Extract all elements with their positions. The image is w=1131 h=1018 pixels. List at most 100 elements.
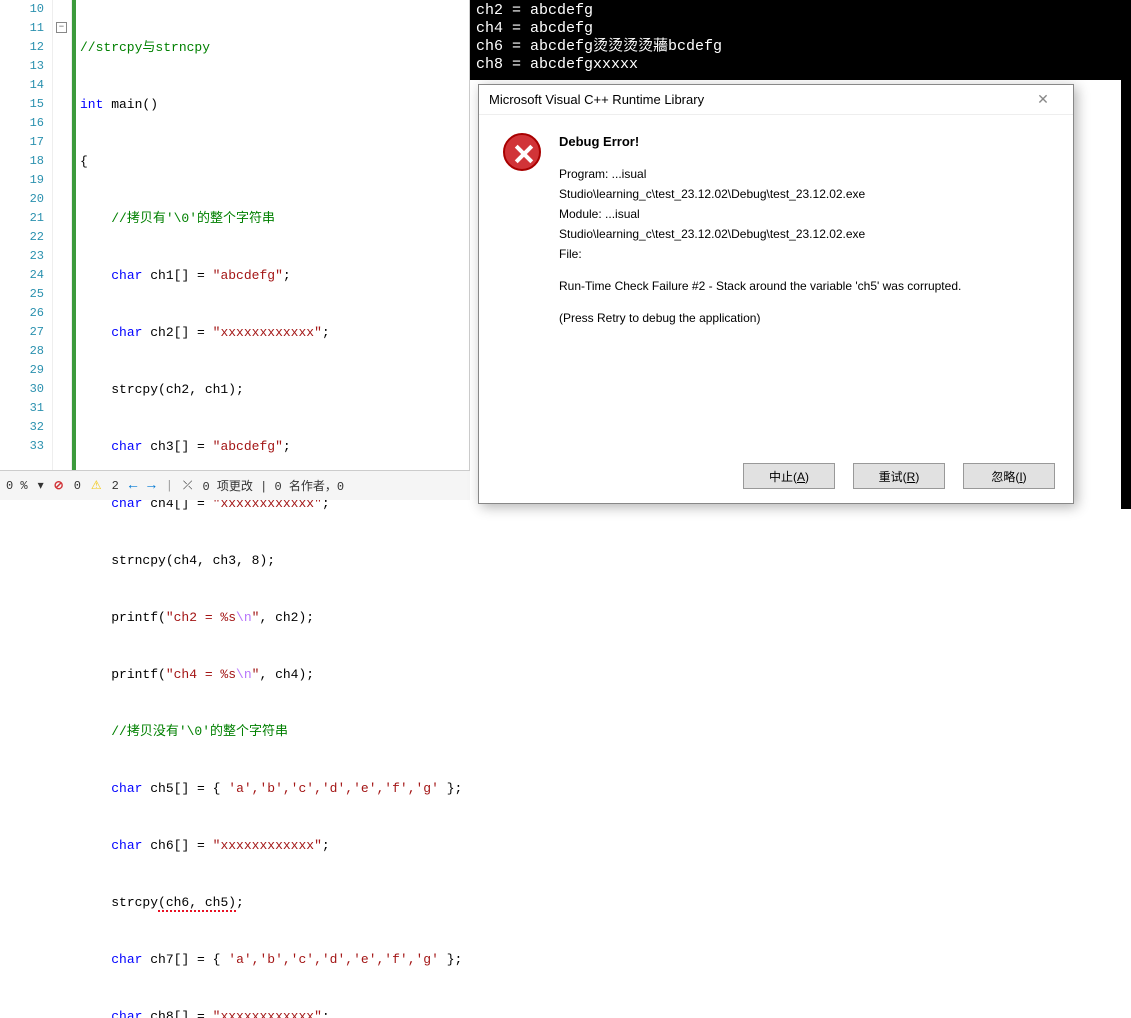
- code-text: , ch4);: [259, 667, 314, 682]
- dialog-title: Microsoft Visual C++ Runtime Library: [489, 92, 1023, 107]
- identifier: main(): [103, 97, 158, 112]
- code-text: ;: [322, 325, 330, 340]
- brace: {: [80, 154, 88, 169]
- code-text: ;: [283, 268, 291, 283]
- console-line: ch4 = abcdefg: [476, 20, 593, 37]
- line-number: 20: [0, 190, 44, 209]
- string-literal: "xxxxxxxxxxxx": [213, 325, 322, 340]
- char-literal: 'a','b','c','d','e','f','g': [228, 781, 439, 796]
- console-line: ch6 = abcdefg烫烫烫烫蘠bcdefg: [476, 38, 722, 55]
- line-number: 25: [0, 285, 44, 304]
- code-text: ;: [236, 895, 244, 910]
- code-text: ch6[] =: [142, 838, 212, 853]
- line-number: 24: [0, 266, 44, 285]
- code-text: ;: [283, 439, 291, 454]
- char-literal: 'a','b','c','d','e','f','g': [228, 952, 439, 967]
- escape-seq: \n: [236, 610, 252, 625]
- line-number: 33: [0, 437, 44, 456]
- nav-forward-icon[interactable]: →: [147, 478, 155, 494]
- line-number: 10: [0, 0, 44, 19]
- code-editor[interactable]: 1011121314151617181920212223242526272829…: [0, 0, 470, 470]
- code-text: strcpy: [111, 895, 158, 910]
- keyword: char: [111, 268, 142, 283]
- status-bar: 0 % ▾ ⊘0 ⚠2 ← → | ⤫ 0 项更改 | 0 名作者，0: [0, 470, 470, 500]
- code-area[interactable]: //strcpy与strncpy int main() { //拷贝有'\0'的…: [76, 0, 469, 470]
- keyword: char: [111, 439, 142, 454]
- console-line: ch8 = abcdefgxxxxx: [476, 56, 638, 73]
- dialog-message: Debug Error! Program: ...isual Studio\le…: [559, 133, 1053, 329]
- keyword: char: [111, 952, 142, 967]
- file-label: File:: [559, 245, 1053, 263]
- code-text: ch1[] =: [142, 268, 212, 283]
- code-text: ;: [322, 838, 330, 853]
- string-literal: "xxxxxxxxxxxx": [213, 1009, 322, 1018]
- program-path: Studio\learning_c\test_23.12.02\Debug\te…: [559, 185, 1053, 203]
- changes-text: 0 项更改 | 0 名作者，0: [203, 477, 345, 494]
- zoom-dropdown-icon[interactable]: ▾: [38, 478, 44, 493]
- close-icon[interactable]: ✕: [1023, 91, 1063, 108]
- line-number: 23: [0, 247, 44, 266]
- string-literal: ": [252, 667, 260, 682]
- right-border: [1121, 0, 1131, 509]
- fold-gutter[interactable]: −: [52, 0, 72, 470]
- error-icon[interactable]: ⊘: [54, 478, 64, 493]
- line-number: 16: [0, 114, 44, 133]
- program-label: Program: ...isual: [559, 165, 1053, 183]
- separator: |: [166, 479, 173, 493]
- retry-hint: (Press Retry to debug the application): [559, 309, 1053, 327]
- warning-squiggle: (ch6, ch5): [158, 895, 236, 912]
- line-number: 31: [0, 399, 44, 418]
- comment: //拷贝没有'\0'的整个字符串: [111, 724, 288, 739]
- line-number-gutter: 1011121314151617181920212223242526272829…: [0, 0, 52, 470]
- string-literal: "abcdefg": [213, 268, 283, 283]
- string-literal: "abcdefg": [213, 439, 283, 454]
- code-text: ch2[] =: [142, 325, 212, 340]
- warning-count: 2: [112, 479, 119, 493]
- error-heading: Debug Error!: [559, 133, 1053, 151]
- code-text: ch8[] =: [142, 1009, 212, 1018]
- comment: //strcpy与strncpy: [80, 40, 210, 55]
- code-text: };: [439, 781, 462, 796]
- fold-minus-icon[interactable]: −: [56, 22, 67, 33]
- code-text: strcpy(ch2, ch1);: [111, 382, 244, 397]
- keyword: int: [80, 97, 103, 112]
- code-text: ;: [322, 1009, 330, 1018]
- line-number: 22: [0, 228, 44, 247]
- error-icon: [503, 133, 541, 171]
- zoom-level[interactable]: 0 %: [6, 479, 28, 493]
- code-text: ch5[] = {: [142, 781, 228, 796]
- abort-button[interactable]: 中止(A): [743, 463, 835, 489]
- string-literal: "ch2 = %s: [166, 610, 236, 625]
- code-text: printf(: [111, 610, 166, 625]
- code-text: strncpy(ch4, ch3, 8);: [111, 553, 275, 568]
- nav-back-icon[interactable]: ←: [129, 478, 137, 494]
- string-literal: ": [252, 610, 260, 625]
- git-info-icon[interactable]: ⤫: [183, 479, 193, 493]
- module-label: Module: ...isual: [559, 205, 1053, 223]
- line-number: 15: [0, 95, 44, 114]
- escape-seq: \n: [236, 667, 252, 682]
- line-number: 26: [0, 304, 44, 323]
- line-number: 29: [0, 361, 44, 380]
- ignore-button[interactable]: 忽略(I): [963, 463, 1055, 489]
- line-number: 32: [0, 418, 44, 437]
- string-literal: "ch4 = %s: [166, 667, 236, 682]
- code-text: printf(: [111, 667, 166, 682]
- keyword: char: [111, 781, 142, 796]
- warning-icon[interactable]: ⚠: [91, 478, 102, 493]
- retry-button[interactable]: 重试(R): [853, 463, 945, 489]
- comment: //拷贝有'\0'的整个字符串: [111, 211, 275, 226]
- dialog-titlebar[interactable]: Microsoft Visual C++ Runtime Library ✕: [479, 85, 1073, 115]
- console-line: ch2 = abcdefg: [476, 2, 593, 19]
- failure-message: Run-Time Check Failure #2 - Stack around…: [559, 277, 1053, 295]
- string-literal: "xxxxxxxxxxxx": [213, 838, 322, 853]
- code-text: ch7[] = {: [142, 952, 228, 967]
- line-number: 17: [0, 133, 44, 152]
- line-number: 27: [0, 323, 44, 342]
- line-number: 19: [0, 171, 44, 190]
- module-path: Studio\learning_c\test_23.12.02\Debug\te…: [559, 225, 1053, 243]
- line-number: 14: [0, 76, 44, 95]
- code-text: , ch2);: [259, 610, 314, 625]
- line-number: 11: [0, 19, 44, 38]
- line-number: 30: [0, 380, 44, 399]
